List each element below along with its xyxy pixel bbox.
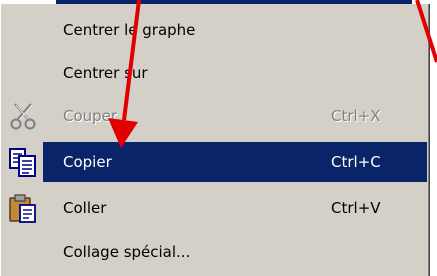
menu-item-label: Collage spécial... [63, 243, 191, 261]
menu-item-label: Centrer le graphe [63, 21, 196, 39]
menu-item-label: Coller [63, 199, 107, 217]
menu-item-collage-special[interactable]: Collage spécial... [5, 232, 427, 272]
menu-item-shortcut: Ctrl+V [331, 199, 381, 217]
menu-item-couper: Couper Ctrl+X [5, 96, 427, 136]
menu-item-shortcut: Ctrl+X [331, 107, 381, 125]
menu-item-label: Couper [63, 107, 118, 125]
menu-item-centrer-sur[interactable]: Centrer sur [5, 53, 427, 93]
paste-icon [7, 192, 39, 224]
menu-item-coller[interactable]: Coller Ctrl+V [5, 188, 427, 228]
menu-item-copier[interactable]: Copier Ctrl+C [1, 142, 427, 182]
screenshot-frame: Centrer le graphe Centrer sur Couper Ctr… [0, 0, 437, 276]
copy-icon [7, 146, 39, 178]
scissors-icon [7, 100, 39, 132]
context-menu: Centrer le graphe Centrer sur Couper Ctr… [0, 4, 430, 276]
menu-item-label: Centrer sur [63, 64, 148, 82]
menu-item-centrer-le-graphe[interactable]: Centrer le graphe [5, 10, 427, 50]
menu-item-shortcut: Ctrl+C [331, 153, 381, 171]
menu-item-label: Copier [63, 153, 112, 171]
